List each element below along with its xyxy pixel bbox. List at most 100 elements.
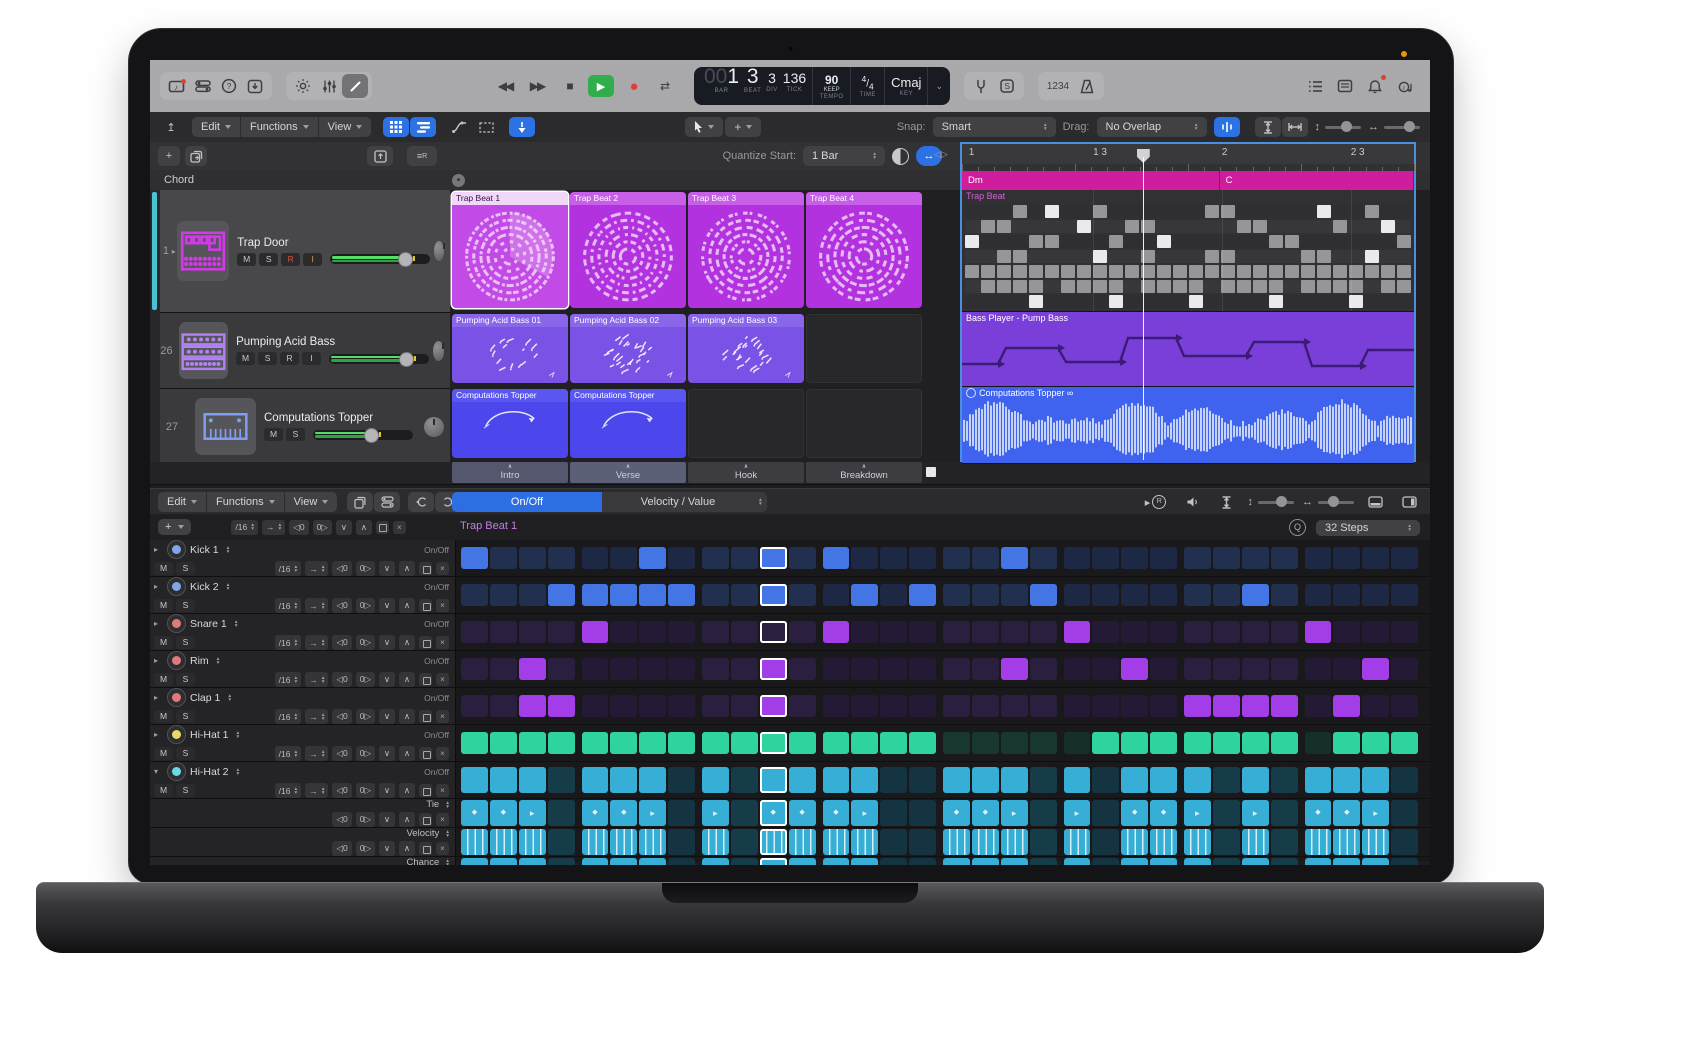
nudge-right-button[interactable]: 0▷ xyxy=(356,561,375,576)
step-cell[interactable] xyxy=(943,621,970,643)
step-cell[interactable] xyxy=(1092,584,1119,606)
step-cell[interactable] xyxy=(943,695,970,717)
row-disclosure[interactable]: ▸ xyxy=(154,545,163,554)
step-cell[interactable] xyxy=(548,858,575,865)
step-cell[interactable] xyxy=(943,584,970,606)
step-cell[interactable] xyxy=(972,732,999,754)
step-cell[interactable] xyxy=(519,547,546,569)
step-cell[interactable] xyxy=(1305,658,1332,680)
playback-direction-stepper[interactable]: →▴▾ xyxy=(305,598,328,613)
step-cell[interactable] xyxy=(461,695,488,717)
step-cell[interactable] xyxy=(639,767,666,793)
step-cell[interactable] xyxy=(1092,695,1119,717)
step-cell[interactable] xyxy=(760,732,787,754)
step-cell[interactable] xyxy=(823,695,850,717)
row-solo-button[interactable]: S xyxy=(176,562,195,575)
row-disclosure[interactable]: ▸ xyxy=(154,693,163,702)
step-cell[interactable] xyxy=(909,621,936,643)
lcd-chevron-icon[interactable]: ⌄ xyxy=(928,67,950,105)
octave-down-button[interactable]: ∨ xyxy=(336,520,352,535)
step-cell[interactable] xyxy=(1150,858,1177,865)
step-cell[interactable] xyxy=(943,658,970,680)
step-cell[interactable] xyxy=(1362,621,1389,643)
nudge-right-button[interactable]: 0▷ xyxy=(356,746,375,761)
step-cell[interactable] xyxy=(731,858,758,865)
step-cell[interactable] xyxy=(943,547,970,569)
quantize-q-icon[interactable]: Q xyxy=(1289,519,1306,536)
octave-up-button[interactable]: ∧ xyxy=(399,746,415,761)
step-cell[interactable] xyxy=(1030,829,1057,855)
step-cell[interactable] xyxy=(702,547,729,569)
step-cell[interactable] xyxy=(731,829,758,855)
step-cell[interactable] xyxy=(909,858,936,865)
step-cell[interactable] xyxy=(1271,858,1298,865)
step-cell[interactable] xyxy=(1271,829,1298,855)
erase-checkbox[interactable]: × xyxy=(436,842,449,855)
pattern-cell[interactable]: Computations Topper xyxy=(570,389,686,458)
step-cell[interactable] xyxy=(610,767,637,793)
loop-checkbox[interactable] xyxy=(419,747,432,760)
track-i-button[interactable]: I xyxy=(302,352,321,365)
keyboard-icon[interactable] xyxy=(195,398,256,455)
step-cell[interactable] xyxy=(1064,658,1091,680)
step-cell[interactable] xyxy=(1271,621,1298,643)
octave-up-button[interactable]: ∧ xyxy=(399,635,415,650)
step-cell[interactable] xyxy=(461,584,488,606)
track-s-button[interactable]: S xyxy=(286,428,305,441)
step-cell[interactable] xyxy=(823,732,850,754)
loop-checkbox[interactable] xyxy=(419,813,432,826)
step-cell[interactable] xyxy=(1391,658,1418,680)
help-icon[interactable]: ? xyxy=(216,74,242,98)
playback-direction-stepper[interactable]: →▴▾ xyxy=(305,561,328,576)
track-name[interactable]: Pumping Acid Bass xyxy=(236,336,429,348)
loop-checkbox[interactable] xyxy=(376,521,389,534)
tracks-view-menu[interactable]: View xyxy=(319,117,372,137)
step-cell[interactable] xyxy=(639,829,666,855)
octave-up-button[interactable]: ∧ xyxy=(399,812,415,827)
octave-up-button[interactable]: ∧ xyxy=(399,841,415,856)
step-cell[interactable] xyxy=(1213,732,1240,754)
strength-knob[interactable] xyxy=(892,148,909,165)
step-cell[interactable] xyxy=(880,800,907,826)
step-cell[interactable] xyxy=(1362,658,1389,680)
note-pads-icon[interactable] xyxy=(1332,74,1358,98)
track-knob[interactable] xyxy=(433,341,444,361)
step-cell[interactable] xyxy=(1092,767,1119,793)
step-cell[interactable] xyxy=(1362,695,1389,717)
step-cell[interactable] xyxy=(1092,800,1119,826)
step-cell[interactable] xyxy=(639,547,666,569)
step-cell[interactable] xyxy=(1001,732,1028,754)
step-cell[interactable] xyxy=(490,829,517,855)
step-cell[interactable] xyxy=(880,584,907,606)
step-cell[interactable] xyxy=(702,858,729,865)
step-cell[interactable] xyxy=(1030,658,1057,680)
step-cell[interactable] xyxy=(823,658,850,680)
row-mute-button[interactable]: M xyxy=(154,747,173,760)
step-cell[interactable] xyxy=(731,621,758,643)
step-cell[interactable] xyxy=(1242,800,1269,826)
arrangement-marker[interactable]: ∧Intro xyxy=(452,462,568,483)
row-solo-button[interactable]: S xyxy=(176,636,195,649)
step-cell[interactable] xyxy=(639,695,666,717)
waveform-zoom-button[interactable] xyxy=(1214,117,1240,137)
nudge-right-button[interactable]: 0▷ xyxy=(356,672,375,687)
step-cell[interactable] xyxy=(1184,584,1211,606)
step-cell[interactable] xyxy=(610,829,637,855)
empty-cell-slot[interactable] xyxy=(688,389,804,458)
step-cell[interactable] xyxy=(668,695,695,717)
step-cell[interactable] xyxy=(519,858,546,865)
step-cell[interactable] xyxy=(1391,547,1418,569)
step-cell[interactable] xyxy=(1213,695,1240,717)
step-cell[interactable] xyxy=(880,732,907,754)
step-cell[interactable] xyxy=(461,547,488,569)
region-pattern[interactable]: Trap Beat xyxy=(962,190,1414,312)
step-cell[interactable] xyxy=(851,858,878,865)
step-cell[interactable] xyxy=(582,621,609,643)
step-cell[interactable] xyxy=(1064,695,1091,717)
track-meter[interactable] xyxy=(313,430,413,440)
stop-button[interactable]: ■ xyxy=(556,75,582,97)
step-cell[interactable] xyxy=(789,732,816,754)
octave-up-button[interactable]: ∧ xyxy=(356,520,372,535)
nudge-left-button[interactable]: ◁0 xyxy=(332,812,351,827)
record-button[interactable]: ● xyxy=(620,75,646,97)
